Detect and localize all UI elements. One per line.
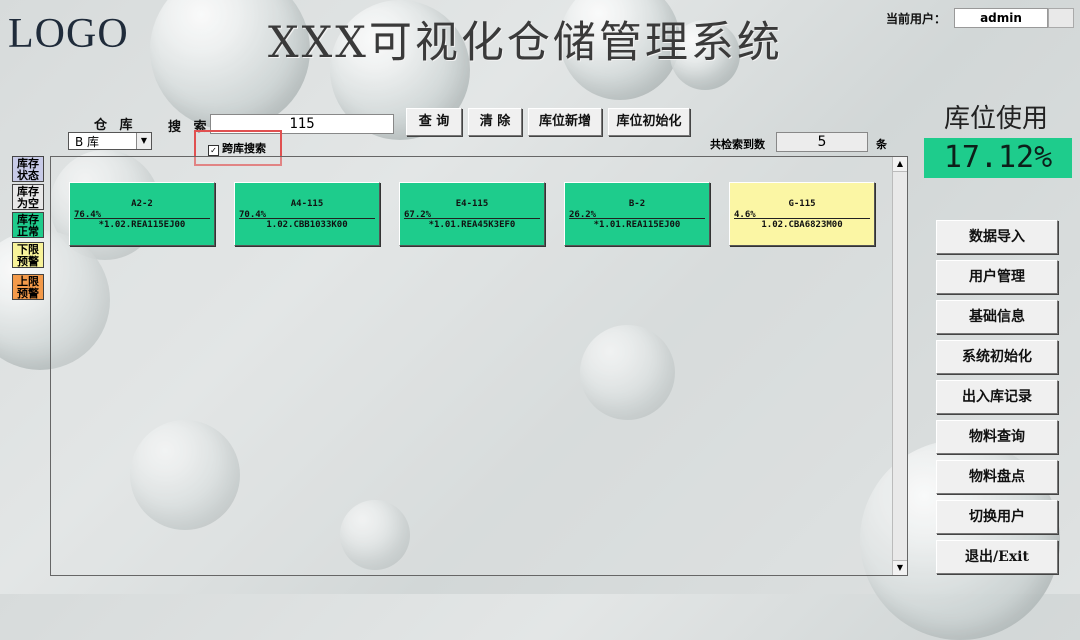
usage-title: 库位使用 (944, 104, 1049, 134)
tile-code: *1.01.REA115EJ00 (593, 220, 681, 230)
logo: LOGO (8, 11, 129, 57)
location-tile[interactable]: E4-115 67.2% *1.01.REA45K3EF0 (399, 182, 545, 246)
legend-stock-empty: 库存为空 (12, 184, 44, 210)
query-button[interactable]: 查 询 (406, 108, 462, 136)
page-title: XXX可视化仓储管理系统 (268, 18, 783, 68)
warehouse-select[interactable]: B 库 ▼ (68, 132, 152, 150)
basic-info-button[interactable]: 基础信息 (936, 300, 1058, 334)
tile-divider (239, 218, 375, 219)
legend-stock-status: 库存状态 (12, 156, 44, 182)
current-user-label: 当前用户： (886, 12, 947, 26)
tile-code: *1.02.REA115EJ00 (98, 220, 186, 230)
user-field-end (1048, 8, 1074, 28)
result-count-label: 共检索到数 (710, 138, 765, 151)
current-user-field[interactable]: admin (954, 8, 1048, 28)
tile-divider (569, 218, 705, 219)
material-query-button[interactable]: 物料查询 (936, 420, 1058, 454)
tile-name: G-115 (788, 199, 816, 209)
tile-divider (734, 218, 870, 219)
location-tile[interactable]: A4-115 70.4% 1.02.CBB1033K00 (234, 182, 380, 246)
tile-name: A2-2 (131, 199, 153, 209)
data-import-button[interactable]: 数据导入 (936, 220, 1058, 254)
legend-upper-warning: 上限预警 (12, 274, 44, 300)
tile-divider (404, 218, 540, 219)
location-tile[interactable]: A2-2 76.4% *1.02.REA115EJ00 (69, 182, 215, 246)
tile-name: B-2 (628, 199, 646, 209)
location-tile[interactable]: G-115 4.6% 1.02.CBA6823M00 (729, 182, 875, 246)
legend-stock-normal: 库存正常 (12, 212, 44, 238)
tile-divider (74, 218, 210, 219)
result-count-unit: 条 (876, 138, 887, 151)
init-location-button[interactable]: 库位初始化 (608, 108, 690, 136)
warehouse-label: 仓 库 (94, 118, 137, 133)
tile-name: A4-115 (290, 199, 324, 209)
switch-user-button[interactable]: 切换用户 (936, 500, 1058, 534)
tile-code: 1.02.CBA6823M00 (761, 220, 843, 230)
result-count: 5 (776, 132, 868, 152)
clear-button[interactable]: 清 除 (468, 108, 522, 136)
usage-value: 17.12% (924, 138, 1072, 178)
vertical-scrollbar[interactable]: ▲ ▼ (892, 157, 907, 575)
scroll-up-icon[interactable]: ▲ (893, 157, 907, 172)
tile-code: *1.01.REA45K3EF0 (428, 220, 516, 230)
tile-name: E4-115 (455, 199, 489, 209)
scroll-down-icon[interactable]: ▼ (893, 560, 907, 575)
exit-button[interactable]: 退出/Exit (936, 540, 1058, 574)
material-inventory-button[interactable]: 物料盘点 (936, 460, 1058, 494)
warehouse-select-value: B 库 (75, 135, 100, 149)
add-location-button[interactable]: 库位新增 (528, 108, 602, 136)
location-tile[interactable]: B-2 26.2% *1.01.REA115EJ00 (564, 182, 710, 246)
tile-code: 1.02.CBB1033K00 (266, 220, 348, 230)
chevron-down-icon[interactable]: ▼ (136, 133, 151, 149)
inout-records-button[interactable]: 出入库记录 (936, 380, 1058, 414)
system-init-button[interactable]: 系统初始化 (936, 340, 1058, 374)
user-management-button[interactable]: 用户管理 (936, 260, 1058, 294)
legend-lower-warning: 下限预警 (12, 242, 44, 268)
